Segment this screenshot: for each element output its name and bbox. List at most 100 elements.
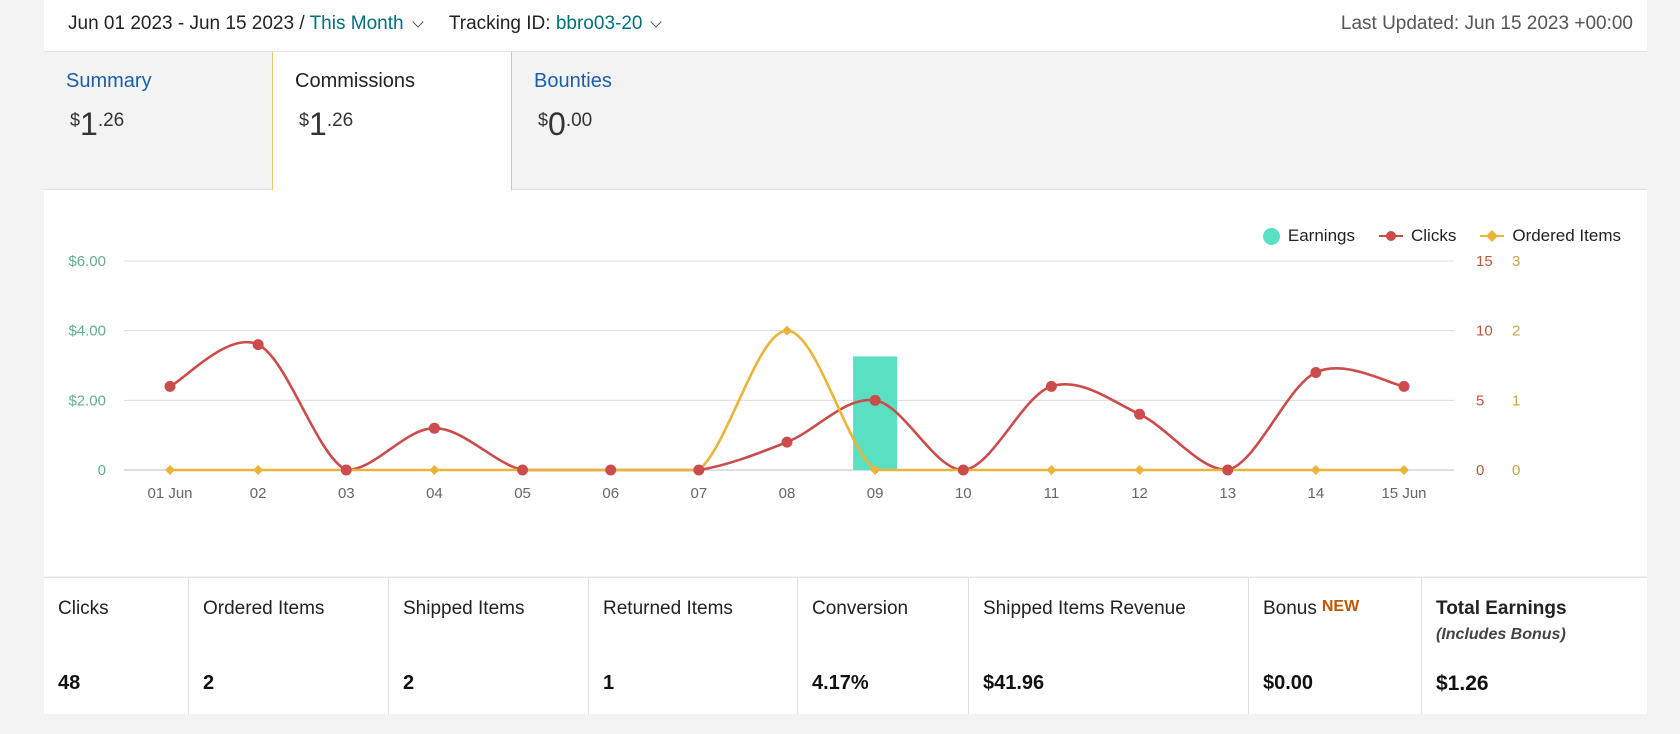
stat-value: 48 bbox=[58, 672, 81, 694]
clicks-point bbox=[781, 436, 793, 448]
report-header: Jun 01 2023 - Jun 15 2023 / This Month T… bbox=[44, 0, 1647, 52]
x-tick-label: 02 bbox=[250, 485, 267, 502]
stat-conversion: Conversion 4.17% bbox=[798, 578, 969, 714]
chevron-down-icon[interactable] bbox=[650, 16, 663, 28]
clicks-point bbox=[869, 394, 881, 406]
stat-returned-items: Returned Items 1 bbox=[589, 578, 798, 714]
x-tick-label: 09 bbox=[867, 485, 884, 502]
date-range-separator: / bbox=[299, 13, 305, 34]
ordered-items-point bbox=[429, 465, 440, 475]
bounties-amount: $0.00 bbox=[538, 106, 593, 142]
y-tick-label-earnings: $4.00 bbox=[68, 323, 106, 340]
x-tick-label: 15 Jun bbox=[1381, 485, 1426, 502]
earnings-chart: 0$2.00$4.00$6.00051015012301 Jun 02 03 04 05… bbox=[68, 253, 1520, 502]
ordered-items-point bbox=[1399, 465, 1409, 475]
clicks-point bbox=[1222, 464, 1234, 476]
y-tick-label-earnings: $6.00 bbox=[68, 253, 106, 270]
earnings-chart-card: Earnings Clicks Ordered Items 0 $2.00 $4.0… bbox=[44, 190, 1647, 576]
period-link[interactable]: This Month bbox=[310, 13, 404, 34]
stat-value: $1.26 bbox=[1436, 672, 1489, 695]
y-tick-label-clicks: 0 bbox=[1476, 462, 1484, 479]
clicks-point bbox=[164, 380, 176, 392]
stat-label: Shipped Items bbox=[403, 598, 525, 619]
earnings-tabs: Summary $1.26 Commissions $1.26 Bounties… bbox=[44, 52, 1647, 210]
y-tick-label-clicks: 5 bbox=[1476, 392, 1484, 409]
date-range-selector[interactable]: Jun 01 2023 - Jun 15 2023 / This Month T… bbox=[68, 13, 663, 35]
x-tick-label: 11 bbox=[1044, 485, 1060, 502]
x-tick-label: 13 bbox=[1219, 485, 1236, 502]
stat-value: $0.00 bbox=[1263, 672, 1314, 694]
x-tick-label: 05 bbox=[514, 485, 531, 502]
new-badge: NEW bbox=[1321, 598, 1360, 615]
x-tick-label: 06 bbox=[602, 485, 619, 502]
y-tick-label-ordered: 3 bbox=[1512, 253, 1520, 270]
stat-value: 2 bbox=[403, 672, 415, 694]
x-tick-label: 07 bbox=[691, 485, 708, 502]
stat-value: 1 bbox=[603, 672, 615, 694]
ordered-items-point bbox=[165, 465, 175, 475]
tab-summary-label[interactable]: Summary bbox=[66, 70, 152, 93]
ordered-items-point bbox=[1310, 465, 1321, 475]
stat-value: 2 bbox=[203, 672, 215, 694]
y-tick-label-ordered: 0 bbox=[1512, 462, 1520, 479]
ordered-items-point bbox=[1134, 465, 1145, 475]
y-tick-label-clicks: 15 bbox=[1476, 253, 1493, 270]
stat-value: 4.17% bbox=[812, 672, 869, 694]
stat-label: Clicks bbox=[58, 598, 109, 619]
x-tick-label: 12 bbox=[1131, 485, 1148, 502]
stat-shipped-items: Shipped Items 2 bbox=[389, 578, 589, 714]
x-tick-label: 14 bbox=[1308, 485, 1325, 502]
x-tick-label: 03 bbox=[338, 485, 355, 502]
clicks-point bbox=[693, 464, 705, 476]
stats-row: Clicks 48 Ordered Items 2 Shipped Items … bbox=[44, 577, 1647, 714]
clicks-point bbox=[1398, 380, 1410, 392]
clicks-point bbox=[1310, 366, 1322, 378]
clicks-point bbox=[605, 464, 617, 476]
y-tick-label-ordered: 1 bbox=[1512, 392, 1520, 409]
stat-label: Shipped Items Revenue bbox=[983, 598, 1186, 619]
tab-bounties-label[interactable]: Bounties bbox=[534, 70, 612, 93]
clicks-point bbox=[957, 464, 969, 476]
x-tick-label: 08 bbox=[779, 485, 796, 502]
clicks-point bbox=[252, 339, 264, 351]
clicks-point bbox=[428, 422, 440, 434]
clicks-point bbox=[1045, 380, 1057, 392]
stat-clicks: Clicks 48 bbox=[44, 578, 189, 714]
summary-amount: $1.26 bbox=[70, 106, 125, 142]
y-tick-label-earnings: 0 bbox=[98, 462, 106, 479]
x-tick-label: 01 Jun bbox=[147, 485, 192, 502]
tab-commissions[interactable]: Commissions $1.26 bbox=[272, 52, 512, 210]
ordered-items-point bbox=[782, 325, 792, 336]
earnings-bar bbox=[853, 356, 898, 470]
x-tick-label: 04 bbox=[426, 485, 443, 502]
stat-value: $41.96 bbox=[983, 672, 1045, 694]
tracking-id-dropdown[interactable]: bbro03-20 bbox=[556, 13, 643, 34]
tab-bounties[interactable]: Bounties $0.00 bbox=[512, 52, 752, 189]
clicks-point bbox=[340, 464, 352, 476]
stat-label: Conversion bbox=[812, 598, 909, 619]
date-range-text: Jun 01 2023 - Jun 15 2023 bbox=[68, 13, 295, 34]
clicks-point bbox=[1134, 408, 1146, 420]
stat-ordered-items: Ordered Items 2 bbox=[189, 578, 389, 714]
tab-commissions-label: Commissions bbox=[295, 70, 416, 92]
stat-label: Bonus NEW bbox=[1263, 598, 1360, 619]
chevron-down-icon[interactable] bbox=[411, 16, 424, 28]
clicks-line bbox=[169, 340, 1405, 472]
tracking-label: Tracking ID: bbox=[448, 13, 551, 34]
stat-label: Total Earnings bbox=[1436, 598, 1567, 619]
stat-shipped-revenue: Shipped Items Revenue $41.96 bbox=[969, 578, 1249, 714]
ordered-items-point bbox=[253, 465, 264, 475]
ordered-items-point bbox=[1046, 465, 1057, 475]
stat-total-earnings: Total Earnings (Includes Bonus) $1.26 bbox=[1422, 578, 1647, 714]
commissions-amount: $1.26 bbox=[299, 106, 354, 142]
y-tick-label-ordered: 2 bbox=[1512, 323, 1520, 340]
stat-bonus: Bonus NEW $0.00 bbox=[1249, 578, 1422, 714]
stat-label: Returned Items bbox=[603, 598, 733, 619]
clicks-point bbox=[517, 464, 529, 476]
stat-label: Ordered Items bbox=[203, 598, 325, 619]
tab-summary[interactable]: Summary $1.26 bbox=[44, 52, 284, 189]
stat-sublabel: (Includes Bonus) bbox=[1436, 626, 1566, 643]
x-tick-label: 10 bbox=[955, 485, 972, 502]
y-tick-label-earnings: $2.00 bbox=[68, 392, 106, 409]
y-tick-label-clicks: 10 bbox=[1476, 323, 1493, 340]
